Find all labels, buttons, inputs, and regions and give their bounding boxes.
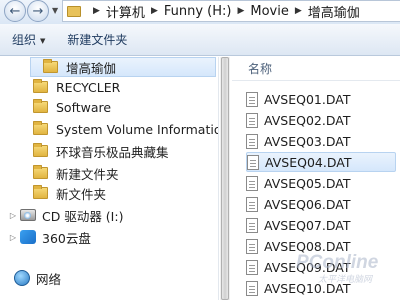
file-icon <box>246 133 258 149</box>
nav-item-new-folder[interactable]: 新建文件夹 <box>33 163 119 183</box>
file-row[interactable]: AVSEQ09.DAT <box>246 257 396 277</box>
file-icon <box>246 217 258 233</box>
nav-item-label: 增高瑜伽 <box>66 60 117 76</box>
file-name: AVSEQ10.DAT <box>264 280 351 296</box>
file-icon <box>246 112 258 128</box>
file-icon <box>246 238 258 254</box>
nav-item-label: Software <box>56 99 112 115</box>
address-bar[interactable]: ▶ 计算机 ▶ Funny (H:) ▶ Movie ▶ 增高瑜伽 <box>62 0 400 22</box>
folder-icon <box>33 79 48 93</box>
file-icon <box>247 154 259 170</box>
navigation-scrollbar-thumb[interactable] <box>221 57 229 300</box>
nav-item-recycler[interactable]: RECYCLER <box>33 77 120 97</box>
file-row[interactable]: AVSEQ07.DAT <box>246 215 396 235</box>
folder-icon <box>43 59 58 73</box>
file-row[interactable]: AVSEQ10.DAT <box>246 278 396 298</box>
breadcrumb-movie[interactable]: Movie <box>250 4 288 19</box>
file-row[interactable]: AVSEQ05.DAT <box>246 173 396 193</box>
file-row[interactable]: AVSEQ03.DAT <box>246 131 396 151</box>
file-name: AVSEQ09.DAT <box>264 259 351 275</box>
file-icon <box>246 175 258 191</box>
organize-button[interactable]: 组织 ▼ <box>12 31 45 48</box>
nav-item-software[interactable]: Software <box>33 97 111 117</box>
file-icon <box>246 196 258 212</box>
navigation-pane: 增高瑜伽 RECYCLER Software System Volume Inf… <box>0 57 218 300</box>
breadcrumb-separator-icon[interactable]: ▶ <box>93 6 100 16</box>
cloud-drive-icon <box>20 230 36 244</box>
nav-item-label: 网络 <box>36 271 62 287</box>
file-name: AVSEQ04.DAT <box>265 154 352 170</box>
nav-item-label: CD 驱动器 (I:) <box>42 208 124 224</box>
folder-icon <box>33 143 48 157</box>
command-toolbar: 组织 ▼ 新建文件夹 <box>0 24 400 56</box>
nav-item-system-volume-information[interactable]: System Volume Information <box>33 119 218 139</box>
breadcrumb-separator-icon[interactable]: ▶ <box>237 6 244 16</box>
network-icon <box>14 270 30 286</box>
file-name: AVSEQ01.DAT <box>264 91 351 107</box>
nav-item-label: 新建文件夹 <box>56 166 119 182</box>
nav-item-label: System Volume Information <box>56 121 218 137</box>
file-name: AVSEQ06.DAT <box>264 196 351 212</box>
nav-item-label: 环球音乐极品典藏集 <box>56 144 169 160</box>
nav-item-current-folder[interactable]: 增高瑜伽 <box>30 57 216 77</box>
chevron-down-icon: ▼ <box>40 36 46 45</box>
file-row[interactable]: AVSEQ02.DAT <box>246 110 396 130</box>
file-name: AVSEQ05.DAT <box>264 175 351 191</box>
expand-arrow-icon[interactable]: ▷ <box>6 233 20 242</box>
cd-drive-icon <box>20 209 36 221</box>
folder-icon <box>33 165 48 179</box>
breadcrumb-computer[interactable]: 计算机 <box>106 2 145 21</box>
breadcrumb-separator-icon[interactable]: ▶ <box>295 6 302 16</box>
organize-label: 组织 <box>12 33 37 47</box>
breadcrumb-separator-icon[interactable]: ▶ <box>151 6 158 16</box>
nav-item-network[interactable]: 网络 <box>14 268 61 288</box>
folder-icon <box>33 121 48 135</box>
nav-item-360-cloud[interactable]: ▷ 360云盘 <box>6 227 91 247</box>
new-folder-button[interactable]: 新建文件夹 <box>67 31 127 48</box>
column-header-label: 名称 <box>248 62 273 76</box>
address-row: ← → ▼ ▶ 计算机 ▶ Funny (H:) ▶ Movie ▶ 增高瑜伽 <box>0 0 400 24</box>
back-arrow-icon: ← <box>9 3 21 19</box>
folder-icon <box>33 185 48 199</box>
nav-item-label: 360云盘 <box>42 230 91 246</box>
file-row[interactable]: AVSEQ06.DAT <box>246 194 396 214</box>
folder-icon <box>33 99 48 113</box>
file-row[interactable]: AVSEQ01.DAT <box>246 89 396 109</box>
file-list-pane: 名称 AVSEQ01.DAT AVSEQ02.DAT AVSEQ03.DAT A… <box>232 57 400 300</box>
file-row[interactable]: AVSEQ08.DAT <box>246 236 396 256</box>
expand-arrow-icon[interactable]: ▷ <box>6 211 20 220</box>
nav-item-music-collection[interactable]: 环球音乐极品典藏集 <box>33 141 169 161</box>
file-name: AVSEQ07.DAT <box>264 217 351 233</box>
file-icon <box>246 280 258 296</box>
nav-item-new-folder-2[interactable]: 新文件夹 <box>33 183 106 203</box>
breadcrumb-drive[interactable]: Funny (H:) <box>164 4 232 19</box>
file-name: AVSEQ03.DAT <box>264 133 351 149</box>
forward-arrow-icon: → <box>32 3 44 19</box>
file-name: AVSEQ08.DAT <box>264 238 351 254</box>
file-name: AVSEQ02.DAT <box>264 112 351 128</box>
back-button[interactable]: ← <box>4 0 26 22</box>
file-row-selected[interactable]: AVSEQ04.DAT <box>246 152 396 172</box>
nav-item-label: RECYCLER <box>56 79 121 95</box>
file-icon <box>246 259 258 275</box>
file-icon <box>246 91 258 107</box>
column-header-name[interactable]: 名称 <box>232 57 400 81</box>
nav-item-cd-drive[interactable]: ▷ CD 驱动器 (I:) <box>6 205 124 225</box>
nav-item-label: 新文件夹 <box>56 186 107 202</box>
recent-pages-dropdown-icon[interactable]: ▼ <box>52 6 58 15</box>
breadcrumb-current-folder[interactable]: 增高瑜伽 <box>308 2 360 21</box>
folder-icon <box>67 5 81 17</box>
forward-button[interactable]: → <box>27 0 49 22</box>
